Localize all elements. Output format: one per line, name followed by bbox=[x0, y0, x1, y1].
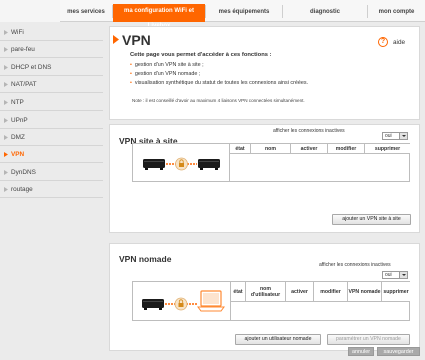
padlock-tunnel-icon bbox=[165, 297, 197, 311]
nav-spacer bbox=[0, 0, 60, 22]
sidebar-item-routage[interactable]: routage bbox=[0, 181, 103, 198]
sidebar-item-upnp[interactable]: UPnP bbox=[0, 112, 103, 129]
arrow-icon bbox=[113, 35, 119, 44]
sidebar-item-pare-feu[interactable]: pare-feu bbox=[0, 41, 103, 58]
sidebar-item-vpn[interactable]: VPN bbox=[0, 146, 103, 163]
nomade-table: état nom d'utilisateur activer modifier … bbox=[132, 281, 410, 321]
column-etat: état bbox=[231, 282, 246, 302]
tab-mon-compte[interactable]: mon compte bbox=[368, 6, 425, 19]
bullet-visualisation: visualisation synthétique du statut de t… bbox=[130, 80, 308, 86]
nomade-illustration bbox=[133, 282, 231, 320]
tab-mes-services[interactable]: mes services bbox=[60, 6, 112, 19]
sidebar-item-dmz[interactable]: DMZ bbox=[0, 129, 103, 146]
router-left-icon bbox=[143, 159, 165, 170]
site-to-site-table: état nom activer modifier supprimer bbox=[132, 143, 410, 182]
column-etat: état bbox=[230, 144, 251, 154]
column-supprimer: supprimer bbox=[382, 282, 410, 302]
column-modifier: modifier bbox=[314, 282, 348, 302]
column-modifier: modifier bbox=[328, 144, 365, 154]
router-laptop-icon bbox=[142, 290, 225, 312]
bullet-site-a-site: gestion d'un VPN site à site ; bbox=[130, 62, 204, 68]
column-vpn-nomade: VPN nomade bbox=[348, 282, 382, 302]
add-site-to-site-button[interactable]: ajouter un VPN site à site bbox=[332, 214, 411, 225]
add-nomade-user-button[interactable]: ajouter un utilisateur nomade bbox=[235, 334, 321, 345]
bullet-nomade: gestion d'un VPN nomade ; bbox=[130, 71, 200, 77]
sidebar-item-dyndns[interactable]: DynDNS bbox=[0, 164, 103, 181]
save-button[interactable]: sauvegarder bbox=[377, 347, 420, 356]
show-inactive-label: afficher les connexions inactives bbox=[273, 128, 345, 134]
tab-diagnostic[interactable]: diagnostic bbox=[283, 6, 367, 19]
sidebar-item-ntp[interactable]: NTP bbox=[0, 94, 103, 111]
cancel-button[interactable]: annuler bbox=[348, 347, 374, 356]
router-right-icon bbox=[198, 159, 220, 170]
section-title-nomade: VPN nomade bbox=[119, 254, 172, 264]
vpn-header-panel: VPN ? aide Cette page vous permet d'accé… bbox=[109, 26, 420, 120]
top-navigation: mes services ma configuration WiFi et Li… bbox=[0, 0, 425, 29]
column-supprimer: supprimer bbox=[365, 144, 410, 154]
help-icon[interactable]: ? bbox=[378, 37, 388, 47]
site-to-site-section: VPN site à site afficher les connexions … bbox=[109, 124, 420, 233]
column-nom-utilisateur: nom d'utilisateur bbox=[246, 282, 286, 302]
configure-nomade-button[interactable]: paramétrer un VPN nomade bbox=[327, 334, 410, 345]
page-title: VPN bbox=[122, 32, 151, 48]
sidebar-item-nat-pat[interactable]: NAT/PAT bbox=[0, 76, 103, 93]
padlock-tunnel-icon bbox=[166, 157, 197, 171]
note-text: Note : il est conseillé d'avoir au maxim… bbox=[132, 98, 305, 103]
sidebar: WiFi pare-feu DHCP et DNS NAT/PAT NTP UP… bbox=[0, 22, 103, 360]
sidebar-item-wifi[interactable]: WiFi bbox=[0, 24, 103, 41]
column-activer: activer bbox=[286, 282, 314, 302]
chevron-down-icon bbox=[399, 133, 407, 139]
show-inactive-select[interactable]: oui bbox=[382, 132, 408, 140]
help-link[interactable]: aide bbox=[393, 39, 405, 46]
site-to-site-illustration bbox=[133, 144, 230, 181]
nomade-section: VPN nomade afficher les connexions inact… bbox=[109, 243, 420, 351]
router-icon bbox=[142, 299, 164, 310]
tab-ma-configuration[interactable]: ma configuration WiFi et Livebox bbox=[113, 4, 205, 29]
intro-text: Cette page vous permet d'accéder à ces f… bbox=[130, 52, 272, 58]
laptop-icon bbox=[197, 290, 225, 312]
chevron-down-icon bbox=[399, 272, 407, 278]
sidebar-item-dhcp-dns[interactable]: DHCP et DNS bbox=[0, 59, 103, 76]
router-pair-icon bbox=[143, 157, 220, 171]
column-nom: nom bbox=[251, 144, 291, 154]
show-inactive-select-nomade[interactable]: oui bbox=[382, 271, 408, 279]
show-inactive-label-nomade: afficher les connexions inactives bbox=[319, 262, 391, 268]
tab-mes-equipements[interactable]: mes équipements bbox=[206, 6, 282, 19]
column-activer: activer bbox=[291, 144, 328, 154]
